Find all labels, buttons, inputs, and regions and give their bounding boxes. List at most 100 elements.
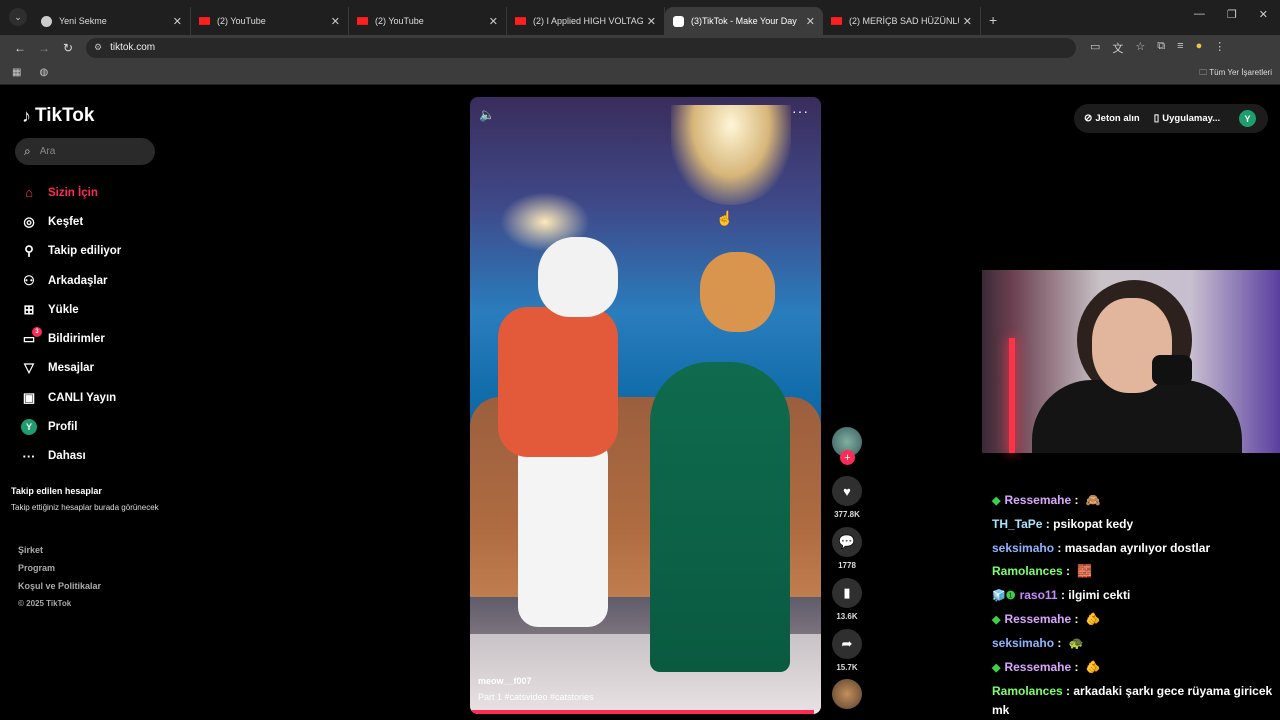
menu-icon[interactable]: ⋮ <box>1214 40 1225 56</box>
sidebar-item[interactable]: ▭ 3 Bildirimler <box>20 324 121 353</box>
site-info-icon[interactable]: ⚙ <box>94 42 102 53</box>
tab-close-icon[interactable]: ✕ <box>331 15 340 28</box>
chat-username: Ramolances <box>992 684 1063 699</box>
comment-icon[interactable]: 💬 <box>832 527 862 557</box>
save-count: 13.6K <box>836 612 858 621</box>
mouse-cursor-icon: ☝ <box>716 210 734 226</box>
get-coins-button[interactable]: Jeton alın <box>1095 113 1139 124</box>
more-icon: ··· <box>22 448 36 464</box>
sidebar: ♪ TikTok ⌕ Ara ⌂ Sizin İçin ◎ Keşfet ⚲ Takip … <box>0 87 170 720</box>
tab-title: (2) YouTube <box>375 16 424 26</box>
top-right-actions: ⊘ Jeton alın ▯ Uygulamay... Y <box>1074 104 1268 133</box>
chat-message: ◆ Ressemahe : 🫵 <box>992 659 1101 674</box>
sidebar-item[interactable]: ◎ Keşfet <box>20 207 121 236</box>
sidebar-item-label: Mesajlar <box>48 362 95 375</box>
share-action[interactable]: ➦ 15.7K <box>832 629 862 675</box>
sidebar-item[interactable]: ⚲ Takip ediliyor <box>20 237 121 266</box>
sidebar-item[interactable]: ▽ Mesajlar <box>20 354 121 383</box>
tab-title: Yeni Sekme <box>59 16 107 26</box>
chat-message: ◆ Ressemahe : 🙈 <box>992 493 1101 507</box>
music-disc-icon[interactable] <box>832 679 862 709</box>
tiktok-note-icon: ♪ <box>22 105 31 126</box>
tab-close-icon[interactable]: ✕ <box>963 15 972 28</box>
youtube-icon <box>199 17 210 25</box>
creator-avatar[interactable]: + <box>832 427 862 465</box>
browser-tab[interactable]: (2) I Applied HIGH VOLTAGE to ✕ <box>507 7 665 35</box>
phone-icon: ▯ <box>1153 113 1160 124</box>
follow-plus-icon[interactable]: + <box>840 450 855 465</box>
logo-text: TikTok <box>35 105 95 126</box>
extensions-icon[interactable]: ⧉ <box>1157 40 1165 56</box>
sidebar-item[interactable]: Y Profil <box>20 412 121 441</box>
browser-tab[interactable]: Yeni Sekme ✕ <box>33 7 191 35</box>
more-options-icon[interactable]: ··· <box>792 103 809 119</box>
youtube-icon <box>357 17 368 25</box>
save-action[interactable]: ▮ 13.6K <box>832 578 862 624</box>
search-input[interactable]: ⌕ Ara <box>15 138 155 165</box>
tiktok-logo[interactable]: ♪ TikTok <box>22 105 94 127</box>
tab-close-icon[interactable]: ✕ <box>806 15 815 28</box>
video-username[interactable]: meow__f007 <box>478 676 532 686</box>
notifications-icon: ▭ 3 <box>20 327 42 348</box>
share-icon[interactable]: ➦ <box>832 629 862 659</box>
video-player[interactable]: 🔈 ··· meow__f007 Part 1 #catsvideo #cats… <box>470 97 821 714</box>
maximize-icon[interactable]: ❐ <box>1227 8 1237 21</box>
heart-icon[interactable]: ♥ <box>832 476 862 506</box>
browser-tab[interactable]: (2) YouTube ✕ <box>349 7 507 35</box>
tab-close-icon[interactable]: ✕ <box>173 15 182 28</box>
youtube-icon <box>515 17 526 25</box>
new-tab-button[interactable]: + <box>989 12 997 28</box>
video-frame <box>470 97 821 714</box>
bookmark-star-icon[interactable]: ☆ <box>1135 40 1145 56</box>
video-actions: + ♥ 377.8K 💬 1778 ▮ 13.6K ➦ 15.7K <box>831 427 863 709</box>
volume-icon[interactable]: 🔈 <box>479 107 495 123</box>
sidebar-item-label: Profil <box>48 421 78 434</box>
youtube-icon <box>831 17 842 25</box>
sidebar-item-label: Keşfet <box>48 215 84 228</box>
globe-icon[interactable]: ◍ <box>39 67 48 78</box>
user-avatar[interactable]: Y <box>1239 110 1256 127</box>
sidebar-item[interactable]: ⚇ Arkadaşlar <box>20 266 121 295</box>
copyright: © 2025 TikTok <box>18 599 72 608</box>
sidebar-item[interactable]: ▣ CANLI Yayın <box>20 383 121 412</box>
comment-action[interactable]: 💬 1778 <box>832 527 862 573</box>
sidebar-item-label: CANLI Yayın <box>48 391 117 404</box>
bookmark-icon[interactable]: ▮ <box>832 578 862 608</box>
chat-text: masadan ayrılıyor dostlar <box>1064 540 1211 555</box>
media-icon[interactable]: ≡ <box>1177 40 1183 56</box>
sidebar-item[interactable]: ··· Dahası <box>20 442 121 471</box>
sidebar-item[interactable]: ⌂ Sizin İçin <box>20 178 121 207</box>
footer-link-company[interactable]: Şirket <box>18 545 101 563</box>
address-bar[interactable]: ⚙ tiktok.com <box>86 37 1076 58</box>
profile-icon[interactable]: ● <box>1196 40 1203 56</box>
tab-close-icon[interactable]: ✕ <box>489 15 498 28</box>
chat-username: Ressemahe <box>1004 659 1072 674</box>
browser-tab[interactable]: (2) MERİÇB SAD HÜZÜNLÜ EDİ ✕ <box>823 7 981 35</box>
like-action[interactable]: ♥ 377.8K <box>832 476 862 522</box>
minimize-icon[interactable]: — <box>1194 8 1205 21</box>
chat-username: seksimaho <box>992 540 1055 555</box>
notification-badge: 3 <box>32 327 42 338</box>
footer-link-program[interactable]: Program <box>18 563 101 581</box>
tab-search-chevron-icon[interactable]: ⌄ <box>9 8 27 26</box>
video-progress-fill <box>470 710 814 714</box>
tab-close-icon[interactable]: ✕ <box>647 15 656 28</box>
coin-icon: ⊘ <box>1084 113 1093 124</box>
browser-tab[interactable]: (3)TikTok - Make Your Day ✕ <box>665 7 823 35</box>
browser-tab[interactable]: (2) YouTube ✕ <box>191 7 349 35</box>
video-progress-bar[interactable] <box>470 710 821 714</box>
folder-icon: 🗀 <box>1199 68 1208 77</box>
back-icon[interactable]: ← <box>8 41 32 55</box>
sidebar-nav: ⌂ Sizin İçin ◎ Keşfet ⚲ Takip ediliyor ⚇ Arkada… <box>20 178 121 471</box>
reload-icon[interactable]: ↻ <box>56 41 80 55</box>
all-bookmarks[interactable]: 🗀 Tüm Yer İşaretleri <box>1199 67 1272 81</box>
footer-link-terms[interactable]: Koşul ve Politikalar <box>18 581 101 599</box>
close-window-icon[interactable]: ✕ <box>1259 8 1268 21</box>
get-app-button[interactable]: Uygulamay... <box>1162 113 1220 124</box>
translate-icon[interactable]: 文 <box>1112 40 1123 56</box>
apps-icon[interactable]: ▦ <box>12 67 21 78</box>
sidebar-item[interactable]: ⊞ Yükle <box>20 295 121 324</box>
cast-icon[interactable]: ▭ <box>1090 40 1100 56</box>
forward-icon[interactable]: → <box>32 41 56 55</box>
chat-message: 🧊❶ raso11 : ilgimi cekti <box>992 587 1131 602</box>
